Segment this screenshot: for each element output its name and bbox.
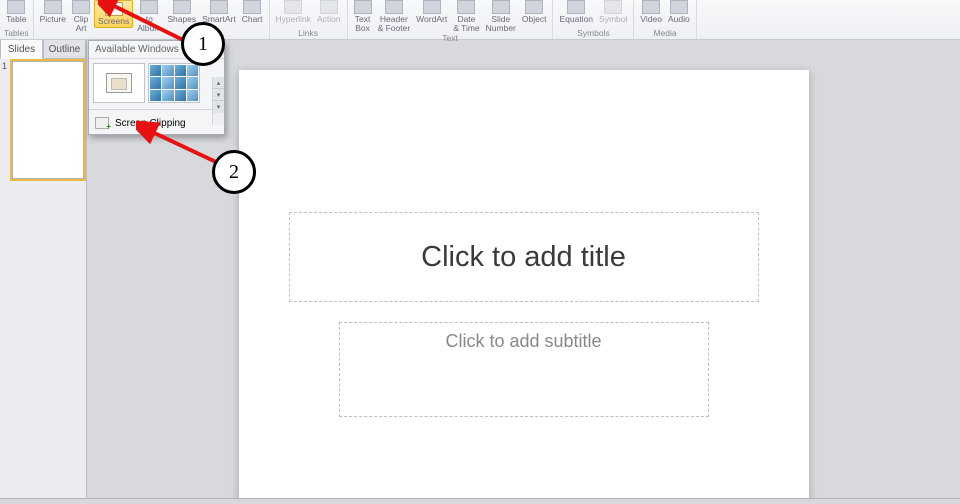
ribbon-label: Header& Footer [378,15,411,33]
ribbon-label: ClipArt [74,15,89,33]
ribbon-action-button: Action [315,0,343,24]
ribbon-label: Object [522,15,547,24]
slide-icon [492,0,510,14]
status-area [0,498,960,504]
sidebar: SlidesOutline 1 [0,40,87,504]
ribbon-to-button[interactable]: toAlbum [135,0,163,33]
ribbon-label: Audio [668,15,690,24]
slide[interactable]: Click to add title Click to add subtitle [239,70,809,500]
ribbon-group-label: Media [653,28,676,39]
tab-outline[interactable]: Outline [43,40,86,59]
smartart-icon [210,0,228,14]
picture-icon [44,0,62,14]
ribbon-label: Hyperlink [276,15,311,24]
ribbon-label: Video [640,15,662,24]
gallery-scrollbar[interactable]: ▴ ▾ ▾ [212,77,224,125]
wordart-icon [423,0,441,14]
symbol-icon [604,0,622,14]
ribbon-object-button[interactable]: Object [520,0,549,24]
ribbon-label: TextBox [355,15,371,33]
scroll-up-icon[interactable]: ▴ [213,77,224,89]
object-icon [525,0,543,14]
ribbon-chart-button[interactable]: Chart [240,0,265,24]
ribbon-equation-button[interactable]: Equation [557,0,595,24]
thumbnail-area: 1 [0,59,86,504]
ribbon-header-button[interactable]: Header& Footer [376,0,413,33]
screen-clipping-label: Screen Clipping [115,118,186,129]
scroll-down-icon[interactable]: ▾ [213,89,224,101]
shapes-icon [173,0,191,14]
ribbon-audio-button[interactable]: Audio [666,0,692,24]
ribbon-label: SmartArt [202,15,236,24]
ribbon-group-label: Text [442,33,458,44]
screen-clipping-icon [95,117,109,129]
ribbon-label: Date& Time [453,15,479,33]
ribbon-group-images: Picture ClipArt Screens toAlbum Shapes SmartA… [34,0,270,39]
ribbon-text-button[interactable]: TextBox [352,0,374,33]
ribbon-hyperlink-button: Hyperlink [274,0,313,24]
ribbon-slide-button[interactable]: SlideNumber [484,0,518,33]
ribbon-label: Table [6,15,26,24]
screen-clipping-item[interactable]: Screen Clipping [89,112,224,134]
tab-slides[interactable]: Slides [0,40,43,59]
ribbon: Table Tables Picture ClipArt Screens toAlbum S… [0,0,960,40]
ribbon-label: Symbol [599,15,627,24]
ribbon-screens-button[interactable]: Screens [94,0,133,28]
date-icon [457,0,475,14]
ribbon-wordart-button[interactable]: WordArt [414,0,449,24]
available-windows-gallery [89,59,224,107]
dropdown-header: Available Windows [89,41,224,59]
header-icon [385,0,403,14]
ribbon-video-button[interactable]: Video [638,0,664,24]
ribbon-group-label: Symbols [577,28,610,39]
window-thumbnail-2[interactable] [148,63,200,103]
thumbnail-preview[interactable] [12,61,84,179]
audio-icon [670,0,688,14]
hyperlink-icon [284,0,302,14]
screens-icon [105,2,123,16]
separator [89,109,224,110]
subtitle-placeholder[interactable]: Click to add subtitle [339,322,709,417]
ribbon-group-media: Video Audio Media [634,0,696,39]
ribbon-label: Action [317,15,341,24]
slide-thumbnail-1[interactable]: 1 [2,61,84,179]
thumbnail-number: 1 [2,61,10,179]
ribbon-label: Screens [98,17,129,26]
ribbon-group-label: Tables [4,28,29,39]
equation-icon [567,0,585,14]
video-icon [642,0,660,14]
ribbon-picture-button[interactable]: Picture [38,0,68,24]
gallery-expand-icon[interactable]: ▾ [213,101,224,113]
action-icon [320,0,338,14]
window-thumbnail-1[interactable] [93,63,145,103]
ribbon-label: SlideNumber [486,15,516,33]
ribbon-table-button[interactable]: Table [4,0,28,24]
ribbon-label: WordArt [416,15,447,24]
ribbon-clip-button[interactable]: ClipArt [70,0,92,33]
ribbon-shapes-button[interactable]: Shapes [165,0,198,24]
clip-icon [72,0,90,14]
table-icon [7,0,25,14]
ribbon-smartart-button[interactable]: SmartArt [200,0,238,24]
ribbon-label: Shapes [167,15,196,24]
ribbon-label: toAlbum [137,15,161,33]
ribbon-date-button[interactable]: Date& Time [451,0,481,33]
title-placeholder[interactable]: Click to add title [289,212,759,302]
ribbon-group-links: Hyperlink Action Links [270,0,348,39]
ribbon-group-symbols: Equation Symbol Symbols [553,0,634,39]
ribbon-label: Picture [40,15,66,24]
ribbon-group-label: Links [298,28,318,39]
to-icon [140,0,158,14]
text-icon [354,0,372,14]
ribbon-label: Equation [559,15,593,24]
ribbon-symbol-button: Symbol [597,0,629,24]
sidebar-tabs: SlidesOutline [0,40,86,59]
ribbon-group-text: TextBox Header& Footer WordArt Date& Time Sl… [348,0,554,39]
ribbon-label: Chart [242,15,263,24]
ribbon-group-tables: Table Tables [0,0,34,39]
chart-icon [243,0,261,14]
screenshot-dropdown: Available Windows ▴ ▾ ▾ Screen Clipping [88,40,225,135]
